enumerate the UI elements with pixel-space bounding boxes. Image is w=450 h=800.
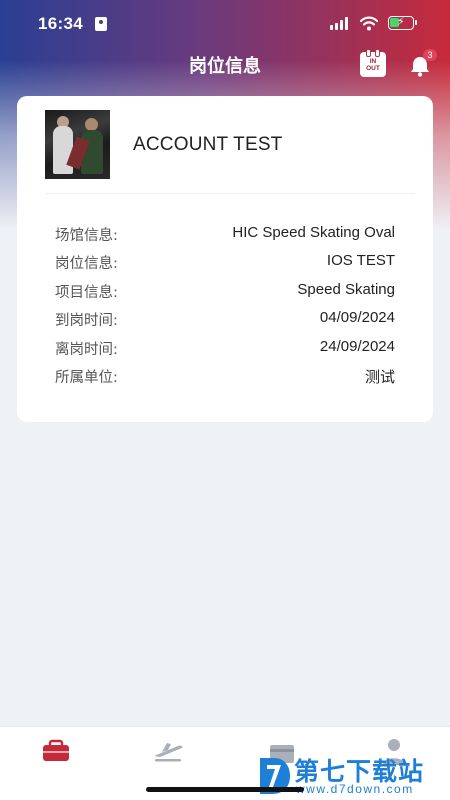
avatar	[45, 110, 110, 179]
plane-icon	[154, 743, 183, 762]
info-row-venue: 场馆信息: HIC Speed Skating Oval	[55, 224, 395, 246]
position-label: 岗位信息:	[55, 256, 118, 272]
sport-label: 项目信息:	[55, 285, 118, 301]
calendar-out-label: OUT	[366, 65, 380, 72]
position-info-card: ACCOUNT TEST 场馆信息: HIC Speed Skating Ova…	[17, 96, 433, 422]
venue-label: 场馆信息:	[55, 228, 118, 244]
tab-briefcase[interactable]	[36, 735, 76, 765]
battery-icon: ⚡	[388, 16, 417, 30]
departure-label: 离岗时间:	[55, 342, 118, 358]
info-row-sport: 项目信息: Speed Skating	[55, 281, 395, 303]
calendar-icon: IN OUT	[360, 58, 386, 72]
departure-value: 24/09/2024	[319, 338, 395, 355]
contact-card-icon	[95, 17, 107, 31]
check-in-out-button[interactable]: IN OUT	[360, 49, 386, 77]
status-bar: 16:34 ⚡	[0, 0, 450, 48]
calendar-in-label: IN	[369, 58, 377, 65]
tab-plane[interactable]	[148, 735, 188, 765]
venue-value: HIC Speed Skating Oval	[232, 224, 395, 241]
info-row-position: 岗位信息: IOS TEST	[55, 252, 395, 274]
sport-value: Speed Skating	[297, 281, 395, 298]
signal-icon	[330, 17, 350, 30]
organization-label: 所属单位:	[55, 370, 118, 386]
account-name: ACCOUNT TEST	[133, 134, 283, 155]
notification-badge: 3	[423, 49, 437, 61]
wifi-icon	[360, 16, 378, 31]
briefcase-icon	[43, 739, 69, 761]
info-row-departure: 离岗时间: 24/09/2024	[55, 338, 395, 360]
divider	[45, 193, 415, 194]
watermark-url: www.d7down.com	[296, 782, 414, 796]
info-row-arrival: 到岗时间: 04/09/2024	[55, 309, 395, 331]
info-row-organization: 所属单位: 测试	[55, 366, 395, 388]
position-value: IOS TEST	[326, 252, 395, 269]
organization-value: 测试	[364, 369, 395, 386]
arrival-label: 到岗时间:	[55, 313, 118, 329]
home-indicator	[146, 787, 304, 792]
arrival-value: 04/09/2024	[319, 309, 395, 326]
status-time: 16:34	[38, 14, 83, 33]
